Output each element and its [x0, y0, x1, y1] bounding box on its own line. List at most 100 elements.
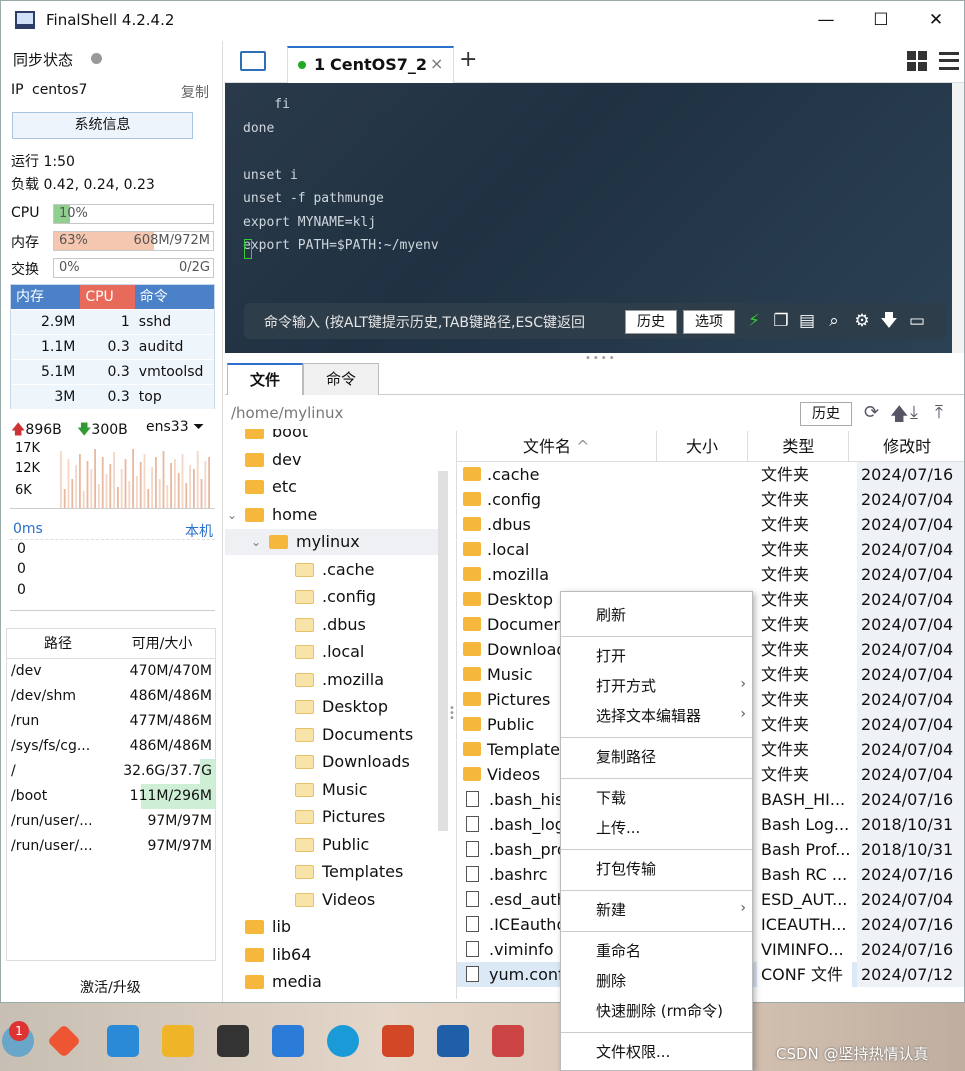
- close-button[interactable]: ✕: [913, 5, 959, 35]
- tree-node[interactable]: Documents: [225, 722, 439, 748]
- disk-row[interactable]: / 32.6G/37.7G: [7, 759, 215, 784]
- tree-node[interactable]: .mozilla: [225, 667, 439, 693]
- add-tab-button[interactable]: +: [459, 47, 477, 72]
- process-row[interactable]: 3M 0.3 top: [11, 384, 214, 409]
- tree-node[interactable]: Music: [225, 777, 439, 803]
- col-cpu[interactable]: CPU: [80, 285, 135, 309]
- powerpoint-icon[interactable]: [382, 1025, 414, 1057]
- disk-row[interactable]: /run 477M/486M: [7, 709, 215, 734]
- refresh-icon[interactable]: ⟳: [864, 402, 879, 423]
- tree-node[interactable]: boot: [225, 429, 439, 445]
- tab-files[interactable]: 文件: [227, 363, 303, 395]
- menu-item[interactable]: 刷新: [561, 602, 752, 632]
- menu-icon[interactable]: [939, 52, 959, 70]
- tree-node[interactable]: ⌄ mylinux: [225, 529, 439, 555]
- disk-row[interactable]: /sys/fs/cg... 486M/486M: [7, 734, 215, 759]
- open-folder-icon[interactable]: [240, 51, 266, 71]
- tree-node[interactable]: Public: [225, 832, 439, 858]
- terminal-app-icon[interactable]: [217, 1025, 249, 1057]
- tree-node[interactable]: .dbus: [225, 612, 439, 638]
- copy-icon[interactable]: ❐: [771, 311, 791, 331]
- disk-row[interactable]: /dev 470M/470M: [7, 659, 215, 684]
- file-row[interactable]: .mozilla 文件夹 2024/07/04: [457, 562, 964, 587]
- tree-node[interactable]: Pictures: [225, 804, 439, 830]
- arrow-down-icon[interactable]: 🡇: [879, 311, 899, 331]
- lightning-icon[interactable]: ⚡: [744, 311, 764, 331]
- file-row[interactable]: .cache 文件夹 2024/07/16: [457, 462, 964, 487]
- edge-browser-icon[interactable]: [327, 1025, 359, 1057]
- menu-item[interactable]: 打开: [561, 643, 752, 673]
- process-row[interactable]: 1.1M 0.3 auditd: [11, 334, 214, 359]
- tree-node[interactable]: lib64: [225, 942, 439, 968]
- pane-splitter-handle[interactable]: • • •: [449, 704, 455, 724]
- up-dir-icon[interactable]: 🡅: [890, 402, 909, 432]
- notepad-icon[interactable]: [272, 1025, 304, 1057]
- search-icon[interactable]: ⌕: [824, 311, 844, 331]
- copy-ip-link[interactable]: 复制: [181, 82, 209, 102]
- menu-item[interactable]: 重命名: [561, 938, 752, 968]
- menu-item[interactable]: 快速删除 (rm命令): [561, 998, 752, 1028]
- menu-item[interactable]: 复制路径: [561, 744, 752, 774]
- tree-node[interactable]: lib: [225, 914, 439, 940]
- tab-centos7-2[interactable]: 1 CentOS7_2 ×: [287, 46, 454, 83]
- upload-icon[interactable]: ⤒: [935, 402, 943, 423]
- process-row[interactable]: 2.9M 1 sshd: [11, 309, 214, 334]
- menu-item[interactable]: 删除: [561, 968, 752, 998]
- file-row[interactable]: .config 文件夹 2024/07/04: [457, 487, 964, 512]
- finalshell-taskbar-icon[interactable]: [437, 1025, 469, 1057]
- tree-node[interactable]: Videos: [225, 887, 439, 913]
- menu-item[interactable]: 下载: [561, 785, 752, 815]
- col-path[interactable]: 路径: [7, 629, 109, 658]
- tree-node[interactable]: media: [225, 969, 439, 995]
- history-button[interactable]: 历史: [625, 310, 677, 334]
- disk-row[interactable]: /run/user/... 97M/97M: [7, 834, 215, 859]
- process-row[interactable]: 5.1M 0.3 vmtoolsd: [11, 359, 214, 384]
- system-info-button[interactable]: 系统信息: [12, 112, 193, 139]
- disk-row[interactable]: /run/user/... 97M/97M: [7, 809, 215, 834]
- tab-close-icon[interactable]: ×: [430, 54, 443, 73]
- menu-item[interactable]: 上传...: [561, 815, 752, 845]
- tab-commands[interactable]: 命令: [303, 363, 379, 395]
- download-icon[interactable]: ⤓: [910, 402, 918, 423]
- menu-item[interactable]: 新建 ›: [561, 897, 752, 927]
- paste-icon[interactable]: ▤: [797, 311, 817, 331]
- tree-node[interactable]: Templates: [225, 859, 439, 885]
- store-icon[interactable]: [107, 1025, 139, 1057]
- gear-icon[interactable]: ⚙: [852, 311, 872, 331]
- tree-node[interactable]: ⌄ home: [225, 502, 439, 528]
- tree-node[interactable]: Downloads: [225, 749, 439, 775]
- menu-item[interactable]: 文件权限...: [561, 1039, 752, 1069]
- activate-upgrade-link[interactable]: 激活/升级: [80, 977, 141, 997]
- tree-node[interactable]: .local: [225, 639, 439, 665]
- tree-node[interactable]: Desktop: [225, 694, 439, 720]
- window-icon[interactable]: ▭: [907, 311, 927, 331]
- chevron-down-icon[interactable]: ⌄: [227, 502, 237, 528]
- disk-row[interactable]: /dev/shm 486M/486M: [7, 684, 215, 709]
- chevron-down-icon[interactable]: ⌄: [251, 529, 261, 555]
- col-avail-size[interactable]: 可用/大小: [109, 629, 215, 658]
- net-interface-select[interactable]: ens33 ⏷: [146, 419, 204, 435]
- tree-node[interactable]: dev: [225, 447, 439, 473]
- tree-scrollbar[interactable]: [438, 471, 448, 831]
- app-icon-red[interactable]: [492, 1025, 524, 1057]
- menu-item[interactable]: 打开方式 ›: [561, 673, 752, 703]
- file-explorer-icon[interactable]: [162, 1025, 194, 1057]
- col-size[interactable]: 大小: [657, 431, 749, 461]
- path-history-button[interactable]: 历史: [800, 402, 852, 426]
- maximize-button[interactable]: ☐: [858, 5, 904, 35]
- menu-item[interactable]: 打包传输: [561, 856, 752, 886]
- tree-node[interactable]: .config: [225, 584, 439, 610]
- grid-layout-icon[interactable]: [907, 51, 927, 71]
- path-input[interactable]: /home/mylinux: [231, 404, 343, 422]
- col-command[interactable]: 命令: [135, 285, 214, 309]
- file-row[interactable]: .local 文件夹 2024/07/04: [457, 537, 964, 562]
- terminal-scrollbar[interactable]: [952, 83, 964, 353]
- app-icon-diamond[interactable]: [47, 1024, 81, 1058]
- options-button[interactable]: 选项: [683, 310, 735, 334]
- minimize-button[interactable]: —: [803, 5, 849, 35]
- file-row[interactable]: .dbus 文件夹 2024/07/04: [457, 512, 964, 537]
- col-mem[interactable]: 内存: [11, 285, 80, 309]
- command-input[interactable]: 命令输入 (按ALT键提示历史,TAB键路径,ESC键返回: [264, 312, 619, 332]
- col-filename[interactable]: 文件名 ^: [457, 431, 657, 461]
- menu-item[interactable]: 选择文本编辑器 ›: [561, 703, 752, 733]
